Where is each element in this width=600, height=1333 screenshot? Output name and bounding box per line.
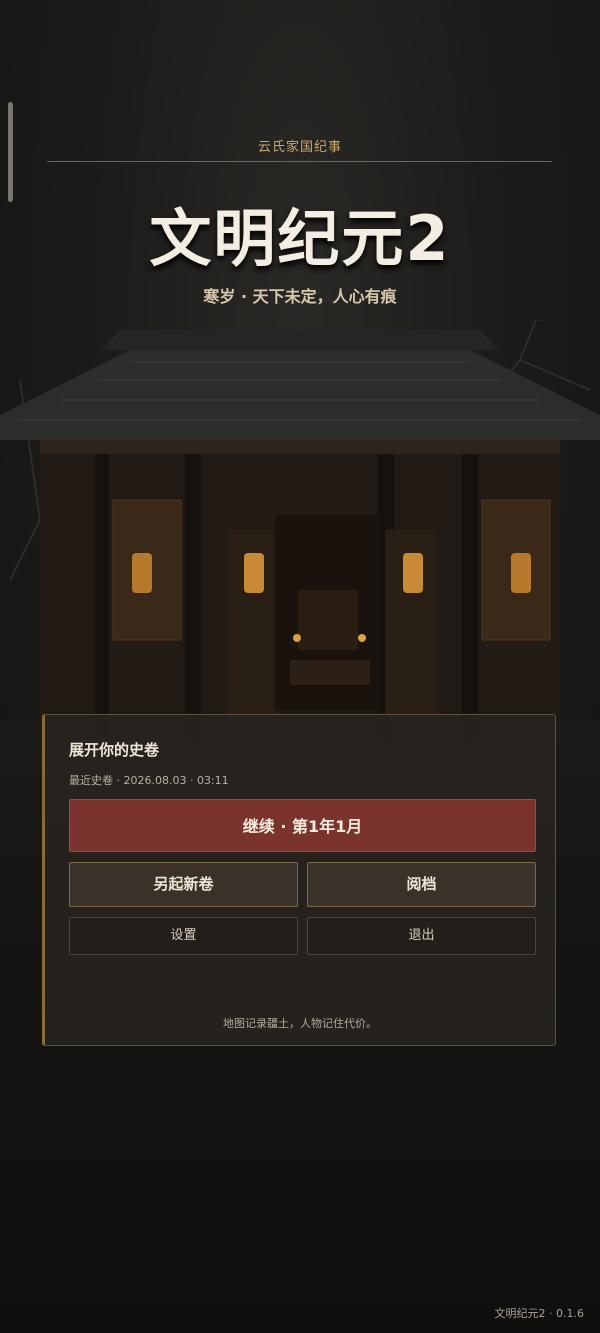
ancient-hall-illustration: [0, 320, 600, 740]
main-menu-panel: 展开你的史卷 最近史卷 · 2026.08.03 · 03:11 继续 · 第1…: [42, 714, 556, 1046]
header-divider: [47, 161, 552, 162]
settings-button[interactable]: 设置: [69, 917, 298, 955]
panel-footnote: 地图记录疆土，人物记住代价。: [223, 1017, 377, 1030]
new-game-button[interactable]: 另起新卷: [69, 862, 298, 907]
tagline: 寒岁 · 天下未定，人心有痕: [203, 287, 397, 306]
series-subtitle: 云氏家国纪事: [257, 140, 342, 155]
load-game-button[interactable]: 阅档: [307, 862, 536, 907]
game-title: 文明纪元2: [149, 202, 451, 275]
continue-button[interactable]: 继续 · 第1年1月: [69, 799, 536, 852]
quit-button[interactable]: 退出: [307, 917, 536, 955]
panel-title: 展开你的史卷: [69, 741, 160, 759]
recent-save-info: 最近史卷 · 2026.08.03 · 03:11: [69, 774, 229, 787]
version-label: 文明纪元2 · 0.1.6: [494, 1307, 584, 1320]
